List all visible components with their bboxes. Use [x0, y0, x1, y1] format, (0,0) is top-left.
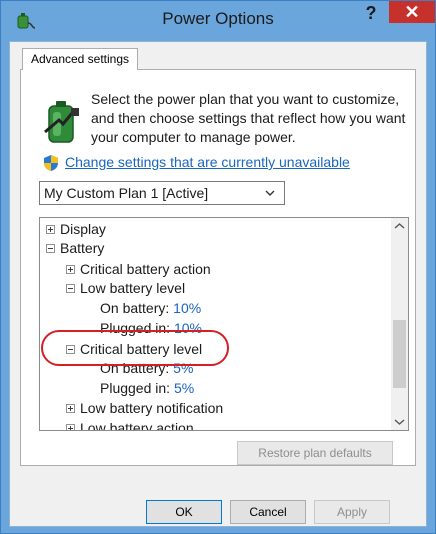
close-button[interactable]: ✕	[389, 1, 435, 23]
power-plan-selected-value: My Custom Plan 1 [Active]	[44, 185, 209, 201]
tree-item-critical-battery-level[interactable]: Critical battery level	[66, 339, 202, 359]
setting-label: On battery:	[100, 360, 170, 376]
tree-item-label: Low battery action	[80, 420, 194, 431]
scroll-thumb[interactable]	[393, 320, 406, 388]
power-plan-dropdown[interactable]: My Custom Plan 1 [Active]	[39, 181, 285, 205]
ok-button[interactable]: OK	[146, 500, 222, 524]
crit-on-battery-value[interactable]: 5%	[173, 360, 193, 376]
setting-label: Plugged in:	[100, 380, 171, 396]
tree-item-low-plugged-in: Plugged in: 10%	[100, 318, 202, 338]
tree-item-label: Low battery notification	[80, 400, 224, 416]
collapse-minus-icon[interactable]	[46, 244, 55, 253]
collapse-minus-icon[interactable]	[66, 284, 75, 293]
expand-plus-icon[interactable]	[66, 424, 75, 430]
apply-button[interactable]: Apply	[314, 500, 390, 524]
battery-plug-icon	[44, 101, 79, 143]
setting-label: Plugged in:	[100, 320, 171, 336]
setting-label: On battery:	[100, 300, 170, 316]
tree-item-label: Battery	[60, 240, 105, 256]
tree-item-low-battery-action[interactable]: Low battery action	[66, 418, 194, 431]
tree-item-label: Low battery level	[80, 280, 186, 296]
change-unavailable-settings-link[interactable]: Change settings that are currently unava…	[65, 154, 350, 170]
tree-item-critical-battery-action[interactable]: Critical battery action	[66, 259, 211, 279]
intro-text: Select the power plan that you want to c…	[91, 91, 406, 145]
settings-tree[interactable]: Display Battery Critical battery action …	[39, 217, 409, 431]
low-plugged-in-value[interactable]: 10%	[174, 320, 202, 336]
advanced-settings-panel: Select the power plan that you want to c…	[20, 69, 416, 466]
tree-item-label: Critical battery action	[80, 261, 211, 277]
tree-item-crit-on-battery: On battery: 5%	[100, 358, 193, 378]
tree-item-label: Critical battery level	[80, 341, 203, 357]
low-on-battery-value[interactable]: 10%	[173, 300, 201, 316]
uac-shield-icon	[44, 155, 58, 171]
help-button[interactable]: ?	[359, 1, 383, 25]
cancel-button[interactable]: Cancel	[230, 500, 306, 524]
tree-item-battery[interactable]: Battery	[46, 238, 104, 258]
title-bar[interactable]: Power Options ? ✕	[1, 1, 435, 41]
collapse-minus-icon[interactable]	[66, 345, 75, 354]
tree-item-label: Display	[60, 221, 106, 237]
power-options-window: Power Options ? ✕ Advanced settings Sele…	[0, 0, 436, 534]
expand-plus-icon[interactable]	[46, 225, 55, 234]
button-label: Apply	[336, 505, 368, 519]
tree-item-crit-plugged-in: Plugged in: 5%	[100, 378, 194, 398]
tree-item-display[interactable]: Display	[46, 219, 106, 239]
chevron-down-icon	[265, 190, 275, 196]
crit-plugged-in-value[interactable]: 5%	[174, 380, 194, 396]
restore-plan-defaults-button[interactable]: Restore plan defaults	[237, 441, 393, 465]
tree-scrollbar[interactable]	[391, 218, 408, 430]
button-label: Restore plan defaults	[258, 446, 372, 460]
expand-plus-icon[interactable]	[66, 265, 75, 274]
tab-advanced-settings[interactable]: Advanced settings	[22, 48, 138, 70]
scroll-down-arrow-icon[interactable]	[391, 413, 408, 430]
tree-item-low-battery-level[interactable]: Low battery level	[66, 278, 185, 298]
tree-item-low-on-battery: On battery: 10%	[100, 298, 201, 318]
scroll-up-arrow-icon[interactable]	[391, 218, 408, 235]
expand-plus-icon[interactable]	[66, 404, 75, 413]
tree-item-low-battery-notification[interactable]: Low battery notification	[66, 398, 223, 418]
dialog-client-area: Advanced settings Select the power plan …	[9, 41, 427, 527]
